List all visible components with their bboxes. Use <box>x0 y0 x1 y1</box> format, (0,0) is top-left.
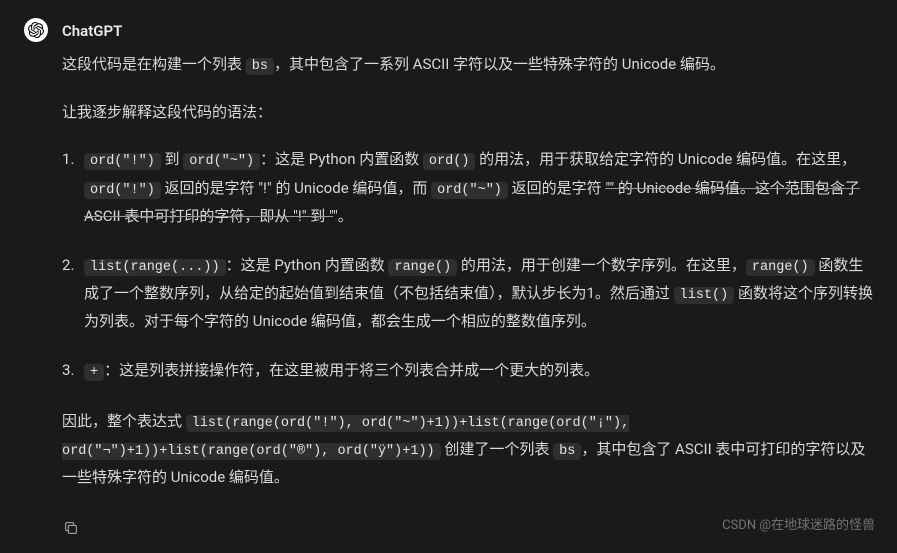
sender-name: ChatGPT <box>62 18 873 45</box>
text: "。 <box>333 207 353 225</box>
copy-button[interactable] <box>62 519 80 537</box>
text: 返回的是字符 <box>508 179 605 197</box>
code-inline: ord("!") <box>84 182 161 199</box>
message-content: ChatGPT 这段代码是在构建一个列表 bs，其中包含了一系列 ASCII 字… <box>62 18 873 545</box>
text: ：这是 Python 内置函数 <box>226 256 389 274</box>
text: 到 <box>161 150 183 168</box>
list-item: ord("!") 到 ord("~")：这是 Python 内置函数 ord()… <box>84 146 873 230</box>
code-inline: bs <box>246 58 274 75</box>
chat-message: ChatGPT 这段代码是在构建一个列表 bs，其中包含了一系列 ASCII 字… <box>0 0 897 553</box>
intro-paragraph: 这段代码是在构建一个列表 bs，其中包含了一系列 ASCII 字符以及一些特殊字… <box>62 51 873 79</box>
code-inline: ord("!") <box>84 153 161 170</box>
copy-icon <box>63 520 79 536</box>
text: 这段代码是在构建一个列表 <box>62 55 246 73</box>
text: ，其中包含了一系列 ASCII 字符以及一些特殊字符的 Unicode 编码。 <box>274 55 725 73</box>
code-inline: + <box>84 364 104 381</box>
code-inline: range() <box>388 259 457 276</box>
text: 的用法，用于获取给定字符的 Unicode 编码值。在这里， <box>475 150 856 168</box>
code-inline: list() <box>674 287 735 304</box>
text: ：这是列表拼接操作符，在这里被用于将三个列表合并成一个更大的列表。 <box>104 361 599 379</box>
list-item: +：这是列表拼接操作符，在这里被用于将三个列表合并成一个更大的列表。 <box>84 357 873 385</box>
openai-logo-icon <box>28 22 44 38</box>
list-item: list(range(...))：这是 Python 内置函数 range() … <box>84 252 873 336</box>
text: 的用法，用于创建一个数字序列。在这里， <box>457 256 746 274</box>
text: 创建了一个列表 <box>441 440 553 458</box>
explanation-list: ord("!") 到 ord("~")：这是 Python 内置函数 ord()… <box>62 146 873 385</box>
code-inline: ord("~") <box>183 153 260 170</box>
text: 因此，整个表达式 <box>62 412 186 430</box>
code-inline: ord() <box>423 153 476 170</box>
code-inline: list(range(...)) <box>84 259 226 276</box>
conclusion-paragraph: 因此，整个表达式 list(range(ord("!"), ord("~")+1… <box>62 408 873 492</box>
avatar <box>24 18 48 42</box>
lead-paragraph: 让我逐步解释这段代码的语法： <box>62 99 873 126</box>
text: 返回的是字符 "!" 的 Unicode 编码值，而 <box>161 179 431 197</box>
code-inline: bs <box>553 443 581 460</box>
code-inline: ord("~") <box>431 182 508 199</box>
text: ：这是 Python 内置函数 <box>260 150 423 168</box>
code-inline: range() <box>746 259 815 276</box>
